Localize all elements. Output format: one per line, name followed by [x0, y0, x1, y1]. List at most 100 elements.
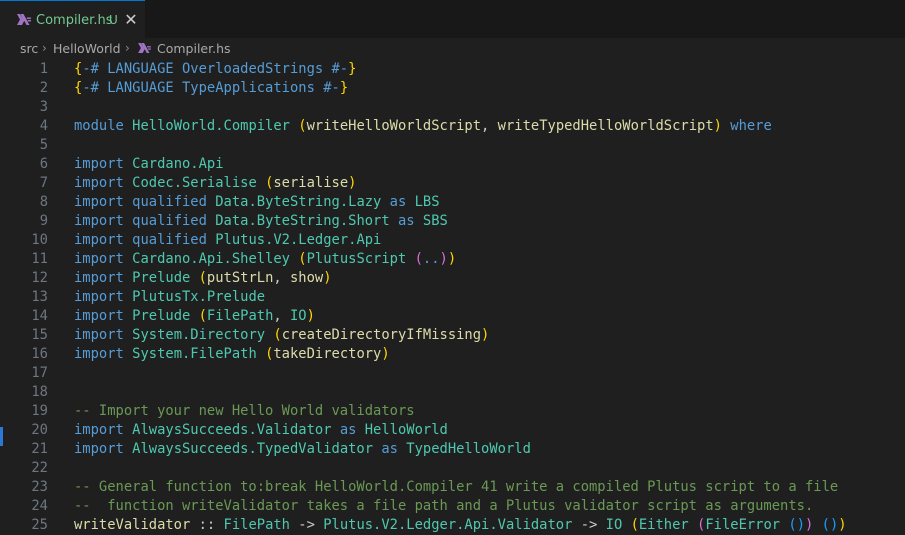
- code-token: Cardano.Api: [132, 156, 224, 172]
- haskell-icon: [17, 14, 31, 25]
- line-number: 8: [39, 194, 48, 210]
- code-text: import AlwaysSucceeds.TypedValidator as …: [74, 440, 531, 459]
- code-token: import: [74, 289, 133, 305]
- code-token: qualified: [132, 213, 216, 229]
- code-token: ): [323, 270, 332, 286]
- line-number: 1: [39, 61, 48, 77]
- tab-compiler-hs[interactable]: Compiler.hs U ✕: [0, 0, 145, 38]
- line-number: 13: [31, 289, 48, 305]
- code-token: ): [447, 251, 457, 267]
- code-token: ): [481, 327, 490, 343]
- code-line[interactable]: 9 import qualified Data.ByteString.Short …: [0, 212, 905, 231]
- code-token: import: [74, 156, 133, 172]
- code-token: -# LANGUAGE TypeApplications #-: [82, 80, 340, 96]
- code-token: import: [74, 346, 133, 362]
- code-text: import System.FilePath (takeDirectory): [74, 345, 390, 364]
- code-token: ..: [422, 251, 440, 267]
- code-token: AlwaysSucceeds.TypedValidator: [132, 441, 382, 457]
- code-token: IO: [290, 308, 307, 324]
- code-line[interactable]: 18: [0, 383, 905, 402]
- code-token: import: [74, 194, 133, 210]
- code-token: where: [730, 118, 772, 134]
- code-token: HelloWorld.Compiler: [132, 118, 299, 134]
- code-line[interactable]: 20 import AlwaysSucceeds.Validator as Hel…: [0, 421, 905, 440]
- code-text: import qualified Data.ByteString.Short a…: [74, 212, 448, 231]
- code-text: import qualified Data.ByteString.Lazy as…: [74, 193, 440, 212]
- code-line[interactable]: 24 -- function writeValidator takes a fil…: [0, 497, 905, 516]
- close-icon[interactable]: ✕: [122, 11, 140, 29]
- code-token: import: [74, 270, 133, 286]
- code-line[interactable]: 13 import PlutusTx.Prelude: [0, 288, 905, 307]
- line-number: 14: [31, 308, 48, 324]
- code-token: ,: [481, 118, 498, 134]
- code-line[interactable]: 19 -- Import your new Hello World validat…: [0, 402, 905, 421]
- code-line[interactable]: 21 import AlwaysSucceeds.TypedValidator a…: [0, 440, 905, 459]
- code-token: System.Directory: [132, 327, 274, 343]
- code-token: AlwaysSucceeds.Validator: [132, 422, 340, 438]
- code-token: writeHelloWorldScript: [306, 118, 482, 134]
- code-line[interactable]: 3: [0, 98, 905, 117]
- code-line[interactable]: 6 import Cardano.Api: [0, 155, 905, 174]
- code-line[interactable]: 10 import qualified Plutus.V2.Ledger.Api: [0, 231, 905, 250]
- code-line[interactable]: 5: [0, 136, 905, 155]
- code-token: PlutusScript: [306, 251, 415, 267]
- code-text: writeValidator :: FilePath -> Plutus.V2.…: [74, 516, 847, 535]
- code-token: import: [74, 422, 133, 438]
- code-line[interactable]: 8 import qualified Data.ByteString.Lazy a…: [0, 193, 905, 212]
- code-line[interactable]: 4 module HelloWorld.Compiler (writeHelloW…: [0, 117, 905, 136]
- chevron-right-icon: ›: [42, 41, 47, 55]
- code-line[interactable]: 14 import Prelude (FilePath, IO): [0, 307, 905, 326]
- code-line[interactable]: 23 -- General function to:break HelloWorl…: [0, 478, 905, 497]
- chevron-right-icon: ›: [125, 41, 130, 55]
- line-number: 9: [39, 213, 48, 229]
- code-token: import: [74, 327, 133, 343]
- code-line[interactable]: 2 {-# LANGUAGE TypeApplications #-}: [0, 79, 905, 98]
- line-number: 19: [31, 403, 48, 419]
- line-number: 2: [39, 80, 48, 96]
- code-line[interactable]: 22: [0, 459, 905, 478]
- line-number: 17: [31, 365, 48, 381]
- code-token: Data.ByteString.Lazy: [215, 194, 390, 210]
- code-token: show: [290, 270, 324, 286]
- breadcrumb-helloworld[interactable]: HelloWorld: [53, 41, 121, 56]
- code-text: import System.Directory (createDirectory…: [74, 326, 489, 345]
- line-number: 4: [39, 118, 48, 134]
- code-token: as: [389, 194, 415, 210]
- code-token: (: [273, 327, 282, 343]
- code-text: -- Import your new Hello World validator…: [74, 402, 415, 421]
- code-token: as: [381, 441, 407, 457]
- code-line[interactable]: 15 import System.Directory (createDirecto…: [0, 326, 905, 345]
- breadcrumb-src[interactable]: src: [20, 41, 38, 56]
- code-line[interactable]: 7 import Codec.Serialise (serialise): [0, 174, 905, 193]
- code-editor[interactable]: 1 {-# LANGUAGE OverloadedStrings #-} 2 {-# …: [0, 60, 905, 533]
- code-line[interactable]: 16 import System.FilePath (takeDirectory): [0, 345, 905, 364]
- code-token: as: [397, 213, 423, 229]
- code-text: import Cardano.Api: [74, 155, 224, 174]
- code-token: writeTypedHelloWorldScript: [497, 118, 714, 134]
- code-line[interactable]: 25 writeValidator :: FilePath -> Plutus.V…: [0, 516, 905, 535]
- code-text: import AlwaysSucceeds.Validator as Hello…: [74, 421, 448, 440]
- code-text: -- General function to:break HelloWorld.…: [74, 478, 838, 497]
- code-token: ): [381, 346, 390, 362]
- code-token: putStrLn: [206, 270, 274, 286]
- code-line[interactable]: 12 import Prelude (putStrLn, show): [0, 269, 905, 288]
- code-token: ): [306, 308, 315, 324]
- code-text: import Prelude (putStrLn, show): [74, 269, 332, 288]
- line-number: 10: [31, 232, 48, 248]
- code-token: module: [74, 118, 133, 134]
- breadcrumb-file[interactable]: Compiler.hs: [157, 41, 231, 56]
- code-text: import PlutusTx.Prelude: [74, 288, 265, 307]
- code-line[interactable]: 1 {-# LANGUAGE OverloadedStrings #-}: [0, 60, 905, 79]
- code-line[interactable]: 11 import Cardano.Api.Shelley (PlutusScri…: [0, 250, 905, 269]
- line-number: 23: [31, 479, 48, 495]
- code-token: import: [74, 251, 133, 267]
- code-line[interactable]: 17: [0, 364, 905, 383]
- code-token: Prelude: [132, 308, 199, 324]
- code-text: import qualified Plutus.V2.Ledger.Api: [74, 231, 381, 250]
- code-token: (: [198, 270, 207, 286]
- code-token: ): [439, 251, 448, 267]
- code-token: System.FilePath: [132, 346, 266, 362]
- code-text: import Cardano.Api.Shelley (PlutusScript…: [74, 250, 456, 269]
- haskell-icon: [138, 43, 151, 53]
- line-number: 16: [31, 346, 48, 362]
